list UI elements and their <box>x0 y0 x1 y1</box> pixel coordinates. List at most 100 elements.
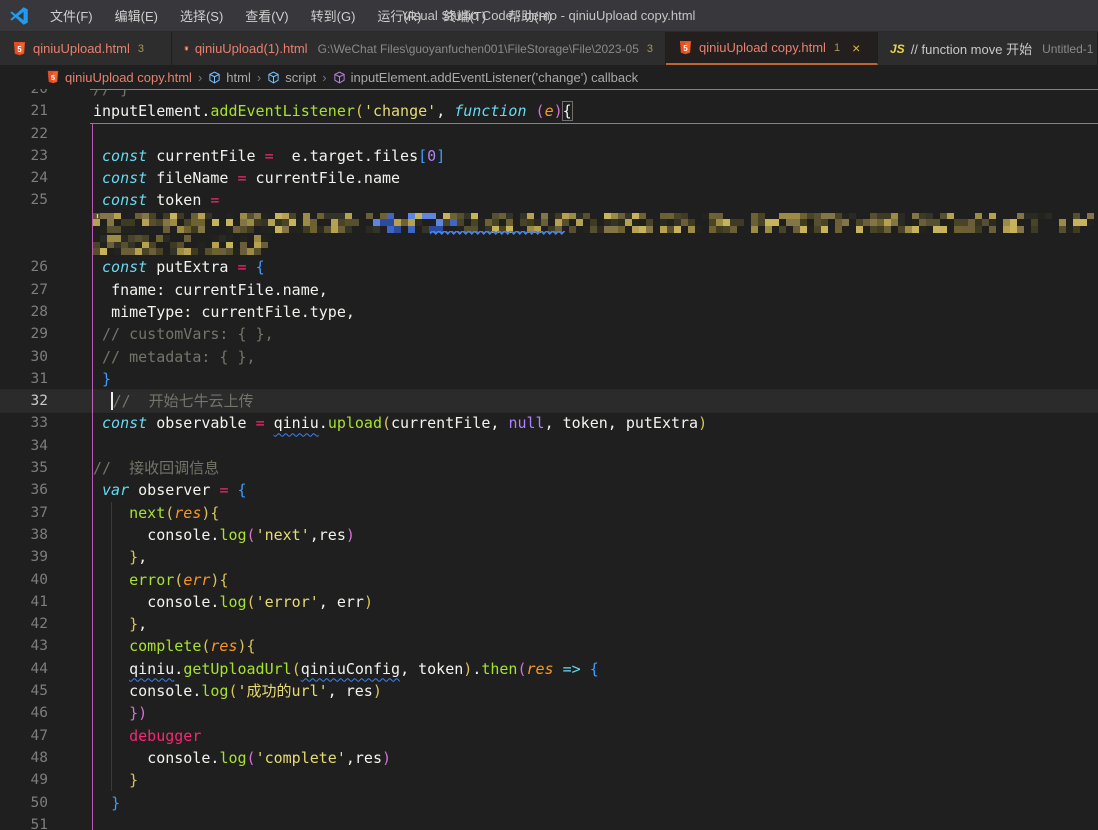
code-text: const fileName = currentFile.name <box>93 167 1098 189</box>
menu-item-6[interactable]: 终端(T) <box>432 0 497 31</box>
menu-item-1[interactable]: 编辑(E) <box>104 0 169 31</box>
line-number: 32 <box>0 390 48 412</box>
code-text: console.log('error', err) <box>93 591 1098 613</box>
html5-file-icon: 5 <box>184 41 189 56</box>
tab-file-path: G:\WeChat Files\guoyanfuchen001\FileStor… <box>318 42 639 56</box>
code-text: // 开始七牛云上传 <box>93 390 1098 412</box>
code-line[interactable]: 49 } <box>0 769 1098 791</box>
line-number: 48 <box>0 747 48 769</box>
code-line[interactable]: 50 } <box>0 792 1098 814</box>
code-line[interactable]: 38 console.log('next',res) <box>0 524 1098 546</box>
code-line[interactable]: 41 console.log('error', err) <box>0 591 1098 613</box>
code-line[interactable]: 23 const currentFile = e.target.files[0] <box>0 145 1098 167</box>
breadcrumb-item-3[interactable]: inputElement.addEventListener('change') … <box>333 70 639 85</box>
code-line[interactable]: 33 const observable = qiniu.upload(curre… <box>0 412 1098 434</box>
redacted-token-line[interactable] <box>0 234 1098 256</box>
identifier-with-warning-squiggle: qiniu <box>129 660 174 678</box>
breadcrumb-item-2[interactable]: script <box>267 70 316 85</box>
code-line[interactable]: 42 }, <box>0 613 1098 635</box>
line-number: 38 <box>0 524 48 546</box>
menu-item-2[interactable]: 选择(S) <box>169 0 234 31</box>
line-number: 41 <box>0 591 48 613</box>
redacted-token-string: ' <box>93 213 1098 233</box>
identifier-with-warning-squiggle: qiniu <box>274 414 319 432</box>
menu-item-7[interactable]: 帮助(H) <box>497 0 563 31</box>
svg-text:5: 5 <box>683 44 688 53</box>
line-number: 28 <box>0 301 48 323</box>
code-line[interactable]: 20// } <box>0 89 1098 100</box>
identifier-with-warning-squiggle: qiniuConfig <box>301 660 400 678</box>
code-line[interactable]: 31 } <box>0 368 1098 390</box>
menu-item-0[interactable]: 文件(F) <box>39 0 104 31</box>
symbol-callback-icon <box>333 71 346 84</box>
code-line[interactable]: 30 // metadata: { }, <box>0 346 1098 368</box>
code-editor[interactable]: 20// }21inputElement.addEventListener('c… <box>0 89 1098 830</box>
code-line[interactable]: 43 complete(res){ <box>0 635 1098 657</box>
code-line[interactable]: 35// 接收回调信息 <box>0 457 1098 479</box>
breadcrumb-label: qiniuUpload copy.html <box>65 70 192 85</box>
code-line[interactable]: 32 // 开始七牛云上传 <box>0 390 1098 412</box>
line-number: 33 <box>0 412 48 434</box>
code-line[interactable]: 28 mimeType: currentFile.type, <box>0 301 1098 323</box>
breadcrumb-label: html <box>226 70 251 85</box>
code-text: console.log('成功的url', res) <box>93 680 1098 702</box>
code-line[interactable]: 47 debugger <box>0 725 1098 747</box>
tab-problems-badge: 1 <box>834 42 840 54</box>
close-icon[interactable]: × <box>852 40 860 56</box>
vscode-logo-icon <box>9 6 29 26</box>
code-line[interactable]: 46 }) <box>0 702 1098 724</box>
line-number: 42 <box>0 613 48 635</box>
redacted-token-line[interactable]: ' <box>0 212 1098 234</box>
tab-// function move 开始[interactable]: JS// function move 开始Untitled-1 <box>878 32 1098 65</box>
code-text: complete(res){ <box>93 635 1098 657</box>
menu-item-5[interactable]: 运行(R) <box>366 0 432 31</box>
code-line[interactable]: 34 <box>0 435 1098 457</box>
line-number: 40 <box>0 569 48 591</box>
code-line[interactable]: 27 fname: currentFile.name, <box>0 279 1098 301</box>
code-text: mimeType: currentFile.type, <box>93 301 1098 323</box>
code-line[interactable]: 37 next(res){ <box>0 502 1098 524</box>
line-number: 23 <box>0 145 48 167</box>
tab-qiniuUpload.html[interactable]: 5qiniuUpload.html3 <box>0 32 172 65</box>
code-line[interactable]: 25 const token = <box>0 189 1098 211</box>
code-line[interactable]: 51 <box>0 814 1098 830</box>
tab-qiniuUpload(1).html[interactable]: 5qiniuUpload(1).htmlG:\WeChat Files\guoy… <box>172 32 666 65</box>
code-text: var observer = { <box>93 479 1098 501</box>
menu-bar: 文件(F)编辑(E)选择(S)查看(V)转到(G)运行(R)终端(T)帮助(H) <box>39 0 563 31</box>
redacted-token-string <box>93 235 268 255</box>
code-text: // customVars: { }, <box>93 323 1098 345</box>
line-number: 37 <box>0 502 48 524</box>
line-number: 31 <box>0 368 48 390</box>
menu-item-3[interactable]: 查看(V) <box>234 0 299 31</box>
code-line[interactable]: 40 error(err){ <box>0 569 1098 591</box>
string-open-quote: ' <box>93 211 102 229</box>
line-number: 43 <box>0 635 48 657</box>
code-text: } <box>93 792 1098 814</box>
code-line[interactable]: 45 console.log('成功的url', res) <box>0 680 1098 702</box>
tab-qiniuUpload copy.html[interactable]: 5qiniuUpload copy.html1× <box>666 32 878 65</box>
code-line[interactable]: 24 const fileName = currentFile.name <box>0 167 1098 189</box>
line-number: 27 <box>0 279 48 301</box>
code-line[interactable]: 36 var observer = { <box>0 479 1098 501</box>
code-line[interactable]: 22 <box>0 123 1098 145</box>
breadcrumb-item-0[interactable]: 5qiniuUpload copy.html <box>46 70 192 85</box>
html5-file-icon: 5 <box>678 40 693 55</box>
breadcrumb-item-1[interactable]: html <box>208 70 251 85</box>
line-number: 51 <box>0 814 48 830</box>
code-line[interactable]: 39 }, <box>0 546 1098 568</box>
code-text: // metadata: { }, <box>93 346 1098 368</box>
code-line[interactable]: 26 const putExtra = { <box>0 256 1098 278</box>
code-text: const putExtra = { <box>93 256 1098 278</box>
code-line[interactable]: 48 console.log('complete',res) <box>0 747 1098 769</box>
menu-item-4[interactable]: 转到(G) <box>300 0 367 31</box>
code-text: } <box>93 368 1098 390</box>
code-text: error(err){ <box>93 569 1098 591</box>
symbol-element-icon <box>267 71 280 84</box>
code-line[interactable]: 29 // customVars: { }, <box>0 323 1098 345</box>
chevron-right-icon: › <box>322 70 326 85</box>
code-text: const observable = qiniu.upload(currentF… <box>93 412 1098 434</box>
code-text: }) <box>93 702 1098 724</box>
code-line[interactable]: 21inputElement.addEventListener('change'… <box>0 100 1098 122</box>
line-number: 20 <box>0 89 48 100</box>
code-line[interactable]: 44 qiniu.getUploadUrl(qiniuConfig, token… <box>0 658 1098 680</box>
